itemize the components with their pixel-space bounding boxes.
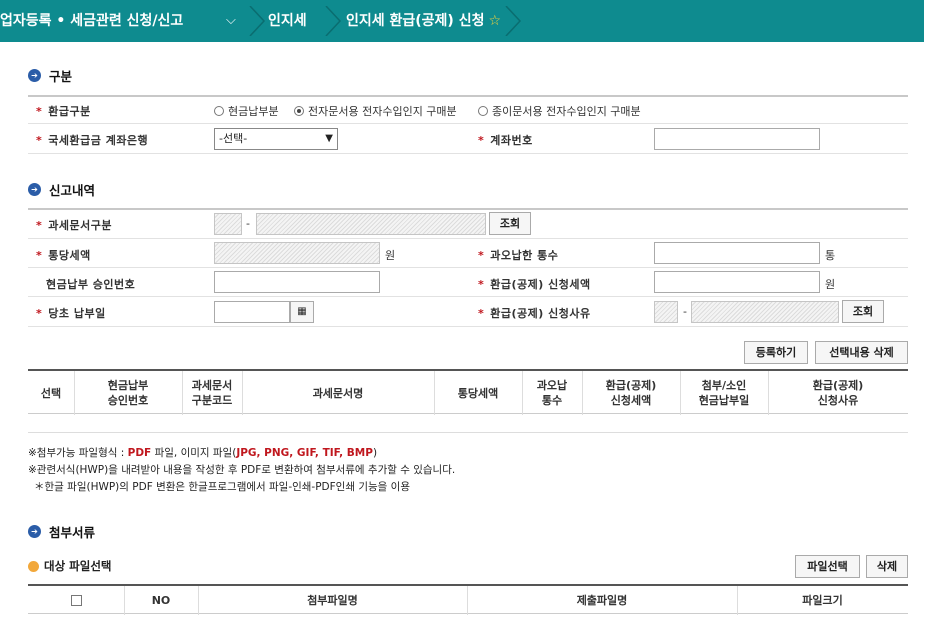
delete-file-button[interactable]: 삭제: [866, 555, 908, 578]
attachment-table: NO 첨부파일명 제출파일명 파일크기: [28, 584, 908, 615]
breadcrumb: 업자등록 • 세금관련 신청/신고 ⌵ 인지세 인지세 환급(공제) 신청 ☆: [0, 0, 924, 42]
overpaid-count-input[interactable]: [654, 242, 820, 264]
section-title-attachments: ➔ 첨부서류: [28, 522, 95, 540]
radio-cash[interactable]: 현금납부분: [214, 103, 279, 119]
column-header: 첨부파일명: [307, 594, 358, 607]
form-row: * 과세문서구분 - 조회: [28, 209, 908, 239]
notes: ※첨부가능 파일형식 : PDF 파일, 이미지 파일(JPG, PNG, GI…: [28, 445, 455, 496]
report-table: 선택 현금납부 승인번호 과세문서 구분코드 과세문서명 통당세액 과오납 통수…: [28, 369, 908, 415]
breadcrumb-item-category[interactable]: 업자등록 • 세금관련 신청/신고: [0, 0, 183, 42]
calendar-icon[interactable]: ▦: [290, 301, 314, 323]
form-row: * 당초 납부일 ▦ * 환급(공제) 신청사유 - 조회: [28, 297, 908, 327]
file-select-button[interactable]: 파일선택: [795, 555, 860, 578]
field-label: 현금납부 승인번호: [46, 278, 136, 291]
field-label: * 과세문서구분: [36, 219, 112, 232]
form-row: * 통당세액 원 * 과오납한 통수 통: [28, 239, 908, 268]
column-header: 과세문서 구분코드: [191, 379, 233, 407]
delete-selected-button[interactable]: 선택내용 삭제: [815, 341, 908, 364]
note-file-formats: ※첨부가능 파일형식 : PDF 파일, 이미지 파일(JPG, PNG, GI…: [28, 447, 378, 459]
breadcrumb-separator: [505, 6, 522, 36]
column-header: 파일크기: [802, 594, 843, 607]
column-header: 과세문서명: [312, 386, 364, 400]
field-label: * 통당세액: [36, 249, 91, 262]
empty-table-body: [28, 415, 908, 433]
column-header: 현금납부 승인번호: [107, 379, 149, 407]
form-row: * 국세환급금 계좌은행 -선택- ▼ * 계좌번호: [28, 124, 908, 154]
count-unit: 통: [825, 249, 836, 262]
column-header: 환급(공제) 신청세액: [605, 379, 657, 407]
field-label: * 계좌번호: [478, 134, 533, 147]
dash-separator: -: [246, 217, 250, 230]
form-row: * 환급구분 현금납부분 전자문서용 전자수입인지 구매분 종이문서용 전자수입인…: [28, 96, 908, 124]
section-title-report: ➔ 신고내역: [28, 180, 95, 198]
arrow-right-icon: ➔: [28, 182, 41, 196]
doc-type-name-input: [256, 213, 486, 235]
column-header: 과오납 통수: [536, 379, 568, 407]
form-row: 현금납부 승인번호 * 환급(공제) 신청세액 원: [28, 268, 908, 297]
column-header: 통당세액: [457, 386, 499, 400]
won-unit: 원: [385, 249, 396, 262]
field-label: * 당초 납부일: [36, 307, 106, 320]
column-header: 환급(공제) 신청사유: [812, 379, 864, 407]
doc-type-code-input: [214, 213, 242, 235]
radio-electronic-doc[interactable]: 전자문서용 전자수입인지 구매분: [294, 103, 457, 119]
tax-per-doc-input: [214, 242, 380, 264]
note-hwp-conversion: ※관련서식(HWP)을 내려받아 내용을 작성한 후 PDF로 변환하여 첨부서…: [28, 464, 456, 476]
account-number-input[interactable]: [654, 128, 820, 150]
arrow-right-icon: ➔: [28, 68, 41, 82]
field-label: * 환급(공제) 신청세액: [478, 278, 591, 291]
reason-code-input: [654, 301, 678, 323]
subsection-file-select: 대상 파일선택: [28, 558, 111, 574]
select-all-checkbox[interactable]: [28, 586, 124, 615]
cash-approval-input[interactable]: [214, 271, 380, 293]
refund-amount-input[interactable]: [654, 271, 820, 293]
payment-date-input[interactable]: [214, 301, 290, 323]
won-unit: 원: [825, 278, 836, 291]
column-header: 첨부/소인 현금납부일: [698, 379, 750, 407]
dash-separator: -: [683, 305, 687, 318]
chevron-down-icon[interactable]: ⌵: [226, 0, 236, 42]
note-hwp-pdf-print: ＊한글 파일(HWP)의 PDF 변환은 한글프로그램에서 파일-인쇄-PDF인…: [34, 481, 410, 493]
register-button[interactable]: 등록하기: [744, 341, 808, 364]
field-label: * 환급구분: [36, 105, 91, 118]
radio-paper-doc[interactable]: 종이문서용 전자수입인지 구매분: [478, 103, 641, 119]
bank-select[interactable]: -선택- ▼: [214, 128, 338, 150]
column-header: NO: [151, 594, 171, 607]
reason-lookup-button[interactable]: 조회: [842, 300, 884, 323]
page-title: 인지세 환급(공제) 신청 ☆: [346, 13, 502, 29]
field-label: * 과오납한 통수: [478, 249, 559, 262]
column-header: 선택: [40, 386, 62, 400]
reason-name-input: [691, 301, 839, 323]
arrow-right-icon: ➔: [28, 524, 41, 538]
field-label: * 국세환급금 계좌은행: [36, 134, 149, 147]
column-header: 제출파일명: [576, 594, 628, 607]
bullet-icon: [28, 560, 39, 572]
lookup-button[interactable]: 조회: [489, 212, 531, 235]
breadcrumb-item-stamp-tax[interactable]: 인지세: [268, 0, 307, 42]
section-title-category: ➔ 구분: [28, 66, 72, 84]
field-label: * 환급(공제) 신청사유: [478, 307, 591, 320]
